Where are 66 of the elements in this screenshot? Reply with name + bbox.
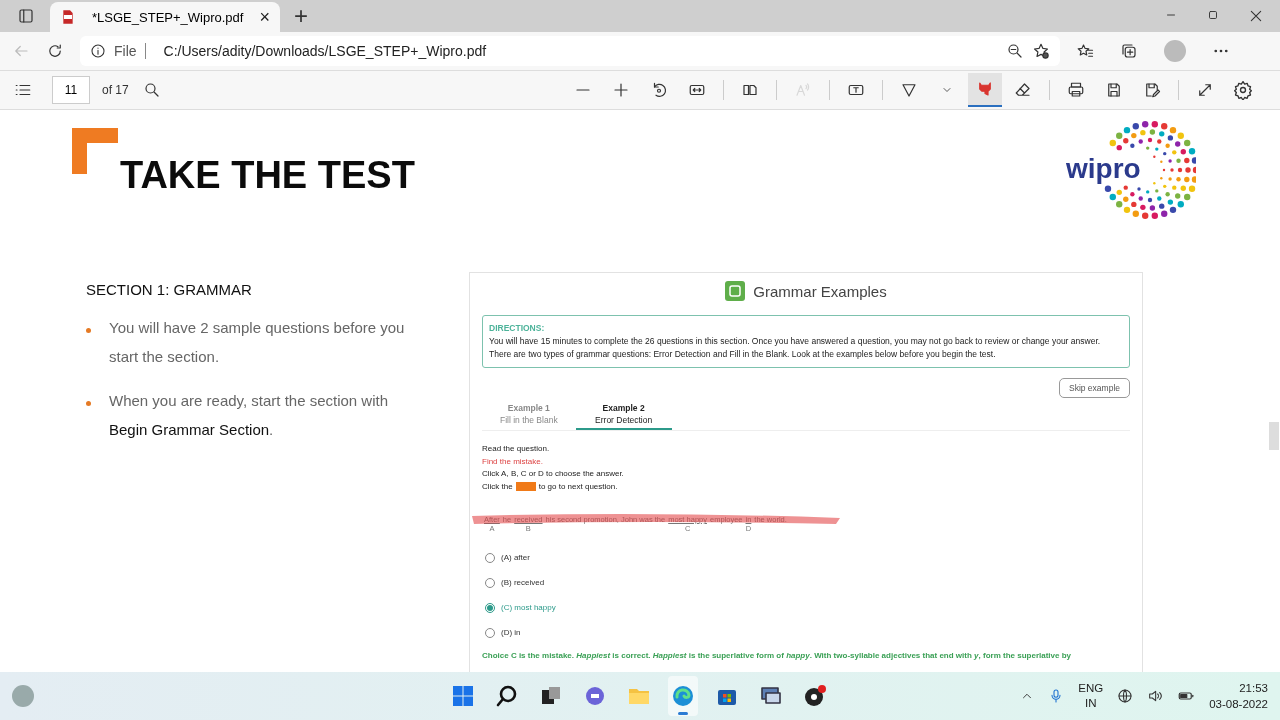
instruction-text: Find the mistake. [482, 455, 544, 468]
close-tab-button[interactable]: × [259, 6, 270, 28]
panel-title: Grammar Examples [753, 282, 887, 300]
search-icon[interactable] [142, 81, 161, 99]
maximize-icon[interactable] [1206, 8, 1220, 22]
search-icon[interactable] [495, 684, 519, 708]
save-icon[interactable] [1105, 81, 1123, 99]
wipro-logo: wipro [1066, 120, 1196, 224]
example-tab[interactable]: Example 1 Fill in the Blank [492, 400, 566, 430]
example-tab[interactable]: Example 2 Error Detection [575, 400, 672, 430]
directions-label: DIRECTIONS: [489, 322, 546, 335]
grammar-icon [725, 281, 746, 301]
file-label: File [114, 43, 137, 59]
clock[interactable]: 21:53 03-08-2022 [1209, 680, 1268, 712]
page-count: of 17 [102, 83, 129, 97]
tab-actions-icon[interactable] [17, 7, 35, 25]
skip-example-button[interactable]: Skip example [1058, 378, 1130, 398]
zoom-out-icon[interactable] [1006, 42, 1024, 60]
chat-icon[interactable] [583, 684, 607, 708]
tab-title: *LSGE_STEP+_Wipro.pdf [91, 9, 245, 25]
collections-icon[interactable] [1120, 42, 1138, 60]
new-tab-button[interactable]: + [286, 2, 316, 30]
page-number-field[interactable]: 11 [52, 76, 90, 104]
next-button-icon [515, 481, 536, 491]
corner-mark [72, 128, 118, 174]
network-icon[interactable] [1117, 688, 1134, 704]
volume-icon[interactable] [1147, 688, 1164, 704]
directions-text: You will have 15 minutes to complete the 26 questions in this section. Once you have answered a question, you may not go back to review or change your answer. [489, 335, 1102, 348]
bullet-text: When you are ready, start the section with Begin Grammar Section. [109, 391, 390, 440]
favorites-icon[interactable] [1076, 42, 1094, 60]
zoom-in-icon[interactable] [612, 81, 630, 99]
browser-icon[interactable] [671, 684, 695, 708]
draw-icon[interactable] [900, 81, 918, 99]
instruction-text: to go to next question. [538, 481, 618, 491]
add-favorite-icon[interactable] [1032, 42, 1050, 60]
explanation-text: Choice C is the mistake. Happiest is correct. Happiest is the superlative form of happy. With two-syllable adjectives that end with y, form the superlative by [482, 651, 1072, 660]
instruction-text: Read the question. [482, 443, 551, 455]
close-icon[interactable] [1248, 8, 1264, 24]
print-icon[interactable] [1067, 81, 1085, 99]
scrollbar-thumb[interactable] [1269, 422, 1279, 450]
info-icon [90, 43, 106, 59]
slide-title: TAKE THE TEST [120, 154, 415, 197]
directions-text: There are two types of grammar questions: Error Detection and Fill in the Blank. Look at the examples below before you begin the test. [489, 348, 997, 361]
expand-icon[interactable] [1196, 81, 1214, 99]
refresh-icon[interactable] [46, 42, 64, 60]
windows-icon[interactable] [451, 684, 475, 708]
instruction-text: Click the [482, 481, 513, 491]
url-text: C:/Users/adity/Downloads/LSGE_STEP+_Wipro.pdf [163, 43, 488, 59]
browser-tab[interactable]: *LSGE_STEP+_Wipro.pdf × [50, 2, 280, 32]
bullet-text: You will have 2 sample questions before you start the section. [109, 318, 406, 367]
save-as-icon[interactable] [1143, 81, 1161, 99]
instruction-text: Click A, B, C or D to choose the answer. [482, 468, 625, 480]
highlighter-icon[interactable] [976, 80, 994, 98]
bullet-icon [86, 401, 91, 406]
language-indicator[interactable]: ENG IN [1078, 681, 1104, 711]
pdf-file-icon [60, 9, 76, 25]
answer-option[interactable]: (C) most happy [482, 595, 556, 620]
settings-icon[interactable] [1233, 80, 1253, 100]
answer-option[interactable]: (B) received [482, 570, 545, 595]
address-bar[interactable]: File C:/Users/adity/Downloads/LSGE_STEP+_Wipro.pdf [80, 36, 1060, 66]
bullet-icon [86, 328, 91, 333]
answer-option[interactable]: (A) after [482, 545, 530, 570]
section-heading: SECTION 1: GRAMMAR [86, 281, 253, 298]
eraser-icon[interactable] [1014, 81, 1032, 99]
answer-option[interactable]: (D) in [482, 620, 521, 645]
record-app-icon[interactable] [803, 684, 827, 708]
